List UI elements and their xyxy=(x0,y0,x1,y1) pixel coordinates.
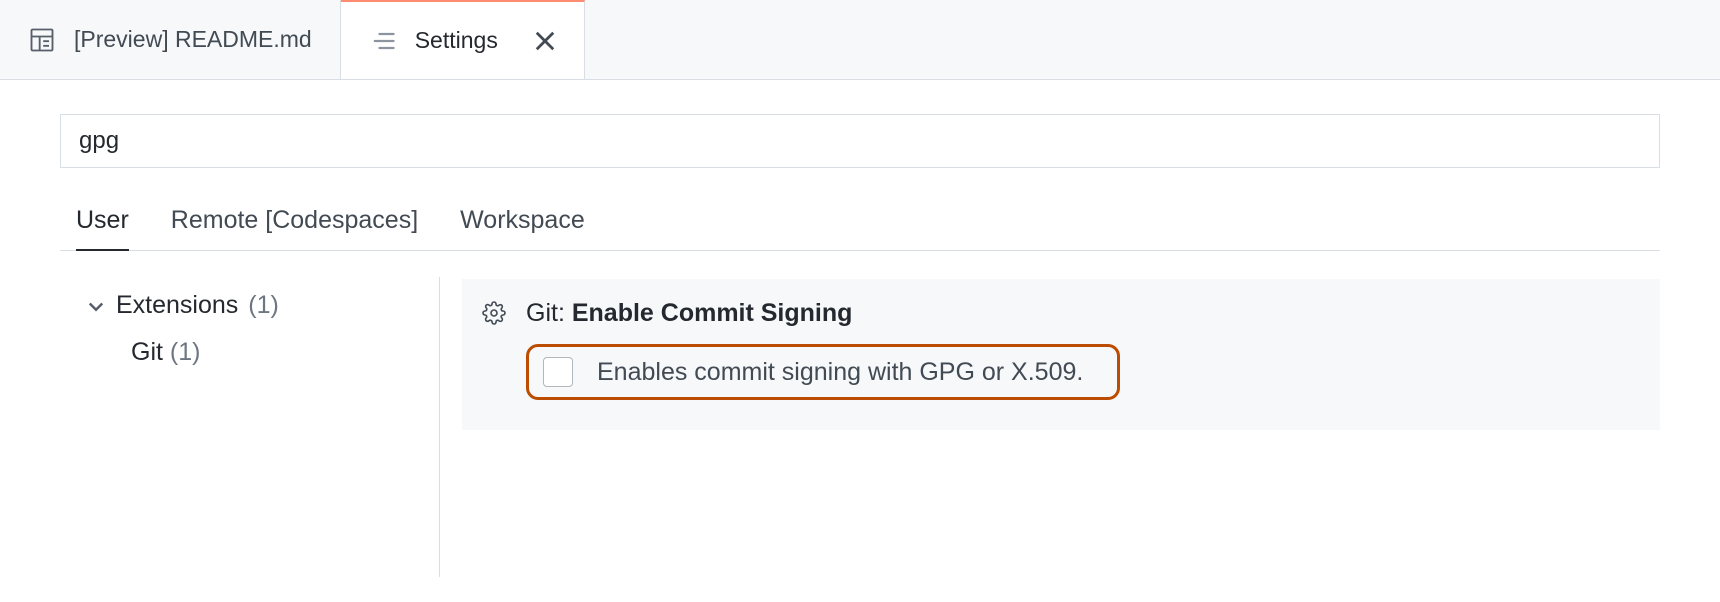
setting-title-prefix: Git: xyxy=(526,299,572,327)
setting-body: Git: Enable Commit Signing Enables commi… xyxy=(526,299,1632,400)
chevron-down-icon xyxy=(86,296,106,316)
tree-node-label: Extensions xyxy=(116,291,238,320)
gear-icon[interactable] xyxy=(482,299,506,400)
enable-commit-signing-checkbox[interactable] xyxy=(543,357,573,387)
scope-tab-user[interactable]: User xyxy=(76,206,129,251)
setting-git-enable-commit-signing: Git: Enable Commit Signing Enables commi… xyxy=(462,279,1660,430)
tree-node-count: (1) xyxy=(170,338,201,366)
setting-title-name: Enable Commit Signing xyxy=(572,299,853,327)
tab-label: Settings xyxy=(415,27,498,54)
tree-node-label: Git xyxy=(131,338,163,366)
setting-title: Git: Enable Commit Signing xyxy=(526,299,1632,328)
settings-scope-tabs: User Remote [Codespaces] Workspace xyxy=(60,206,1660,251)
tab-label: [Preview] README.md xyxy=(74,26,312,53)
editor-tab-bar: [Preview] README.md Settings xyxy=(0,0,1720,80)
settings-list-icon xyxy=(369,27,397,55)
tree-node-git[interactable]: Git (1) xyxy=(86,328,439,377)
scope-tab-workspace[interactable]: Workspace xyxy=(460,206,585,250)
preview-icon xyxy=(28,26,56,54)
settings-body: Extensions (1) Git (1) Git: Enable Comm xyxy=(60,277,1660,577)
settings-tree: Extensions (1) Git (1) xyxy=(60,277,440,577)
tab-preview-readme[interactable]: [Preview] README.md xyxy=(0,0,341,79)
settings-results: Git: Enable Commit Signing Enables commi… xyxy=(448,277,1660,577)
settings-editor: User Remote [Codespaces] Workspace Exten… xyxy=(0,80,1720,577)
tab-settings[interactable]: Settings xyxy=(341,0,585,79)
tree-node-count: (1) xyxy=(248,291,279,320)
scope-tab-remote[interactable]: Remote [Codespaces] xyxy=(171,206,418,250)
setting-checkbox-row: Enables commit signing with GPG or X.509… xyxy=(526,344,1120,400)
tree-node-extensions[interactable]: Extensions (1) xyxy=(86,283,439,328)
close-icon[interactable] xyxy=(534,30,556,52)
setting-description: Enables commit signing with GPG or X.509… xyxy=(597,358,1083,387)
settings-search-input[interactable] xyxy=(60,114,1660,168)
